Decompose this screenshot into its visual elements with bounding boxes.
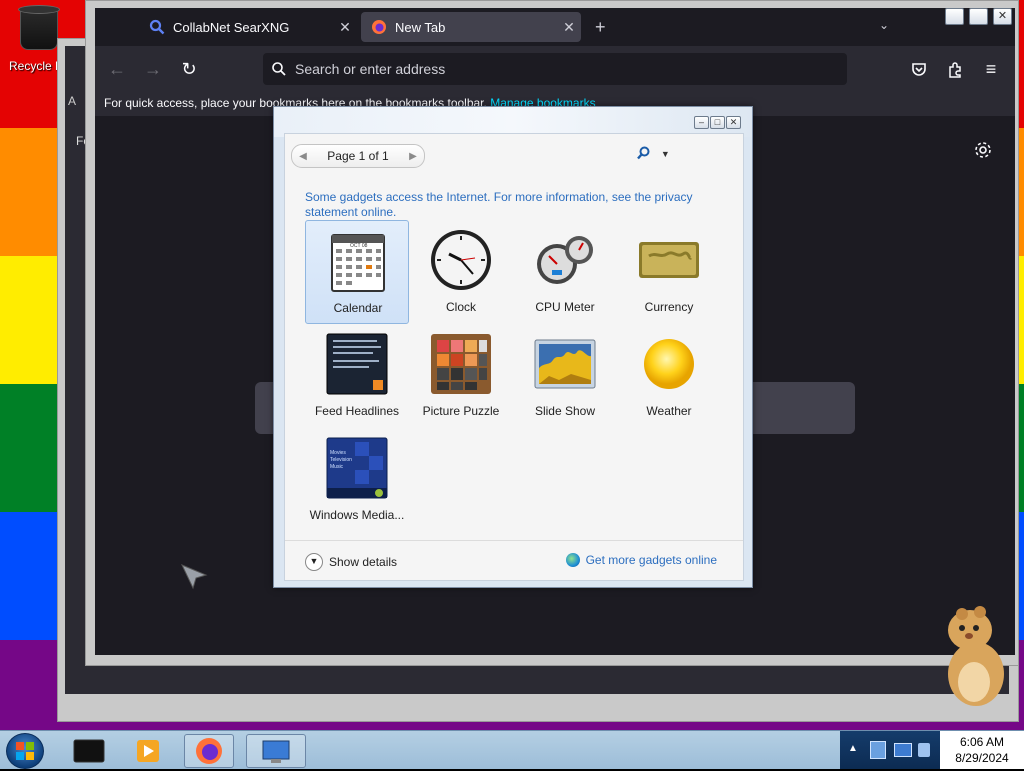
taskbar-clock[interactable]: 6:06 AM 8/29/2024 <box>940 731 1024 769</box>
gadget-name: Weather <box>646 404 692 418</box>
media-menu-music: Music <box>330 464 344 470</box>
privacy-notice[interactable]: Some gadgets access the Internet. For mo… <box>305 190 725 220</box>
gadget-cpu-meter[interactable]: CPU Meter <box>513 220 615 322</box>
start-button[interactable] <box>6 733 44 769</box>
tab-collabnet-searxng[interactable]: CollabNet SearXNG ✕ <box>139 12 357 42</box>
media-menu: Movies Television Music <box>330 450 352 471</box>
close-tab-icon[interactable]: ✕ <box>557 19 581 36</box>
get-more-gadgets-label: Get more gadgets online <box>585 553 717 567</box>
windows-media-icon: Movies Television Music <box>325 436 389 500</box>
gallery-body: ◀ Page 1 of 1 ▶ ▼ Some gadgets access th… <box>284 133 744 581</box>
gadget-feed-headlines[interactable]: Feed Headlines <box>305 324 407 426</box>
next-page-icon[interactable]: ▶ <box>402 151 424 162</box>
taskbar-control-panel-button[interactable] <box>246 734 306 768</box>
gadget-clock[interactable]: Clock <box>409 220 511 322</box>
calendar-icon: OCT 08 <box>326 229 390 293</box>
back-arrow-icon[interactable]: ← <box>105 58 129 82</box>
firefox-tab-bar: CollabNet SearXNG ✕ New Tab ✕ + ⌄ ✕ <box>95 8 1015 46</box>
gadget-name: Windows Media... <box>309 508 405 522</box>
get-more-gadgets-link[interactable]: Get more gadgets online <box>565 553 717 567</box>
search-icon <box>272 62 286 76</box>
media-player-icon <box>137 740 159 762</box>
minimize-icon[interactable]: – <box>694 116 709 129</box>
recycle-bin[interactable]: Recycle B <box>0 4 64 76</box>
close-icon[interactable]: ✕ <box>993 8 1012 25</box>
page-indicator: Page 1 of 1 <box>327 149 389 163</box>
show-details-label: Show details <box>329 555 398 569</box>
tab-title: CollabNet SearXNG <box>173 19 290 35</box>
tray-display-icon[interactable] <box>894 743 912 757</box>
media-menu-television: Television <box>330 457 352 463</box>
windows-logo-icon <box>16 742 34 760</box>
gadget-weather[interactable]: Weather <box>617 324 719 426</box>
background-window-peek-label-a: A <box>68 94 77 108</box>
search-icon <box>149 19 165 35</box>
new-tab-button[interactable]: + <box>595 17 606 38</box>
control-panel-icon <box>262 740 290 763</box>
gallery-search-dropdown[interactable]: ▼ <box>637 146 673 164</box>
taskbar-media-player-button[interactable] <box>124 734 172 766</box>
clock-icon <box>429 228 493 292</box>
minimize-icon[interactable] <box>945 8 964 25</box>
tray-network-icon[interactable] <box>870 741 886 759</box>
gadget-windows-media[interactable]: Movies Television Music Windows Media... <box>305 428 407 530</box>
mouse-cursor-icon <box>180 563 208 594</box>
gadget-currency[interactable]: Currency <box>617 220 719 322</box>
taskbar-terminal-button[interactable] <box>66 734 114 766</box>
globe-icon <box>565 553 580 567</box>
slide-show-icon <box>533 332 597 396</box>
gadget-calendar[interactable]: OCT 08 Calendar <box>305 220 409 324</box>
search-icon <box>637 146 650 160</box>
forward-arrow-icon[interactable]: → <box>141 58 165 82</box>
gadget-name: Currency <box>644 300 694 314</box>
media-menu-movies: Movies <box>330 450 346 456</box>
page-navigator: ◀ Page 1 of 1 ▶ <box>291 144 425 168</box>
maximize-icon[interactable]: □ <box>710 116 725 129</box>
gallery-footer: ▼ Show details Get more gadgets online <box>285 540 743 581</box>
firefox-icon <box>196 738 222 764</box>
feed-headlines-icon <box>325 332 389 396</box>
calendar-month-label: OCT 08 <box>350 243 368 249</box>
firefox-icon <box>371 19 387 35</box>
taskbar: ▲ 6:06 AM 8/29/2024 <box>0 730 1024 769</box>
tab-title: New Tab <box>395 19 446 35</box>
tab-new-tab[interactable]: New Tab ✕ <box>361 12 581 42</box>
cpu-meter-icon <box>533 228 597 292</box>
address-bar[interactable]: Search or enter address <box>263 53 847 85</box>
previous-page-icon[interactable]: ◀ <box>292 151 314 162</box>
pocket-icon[interactable] <box>907 58 931 82</box>
tray-expand-icon[interactable]: ▲ <box>848 743 858 754</box>
hamster-mascot-image <box>940 604 1012 708</box>
close-icon[interactable]: ✕ <box>726 116 741 129</box>
window-controls: ✕ <box>945 8 1015 28</box>
weather-sun-icon <box>637 332 701 396</box>
gadget-gallery-window: – □ ✕ ◀ Page 1 of 1 ▶ ▼ Some gadgets acc… <box>273 106 753 588</box>
recycle-bin-icon <box>18 5 60 50</box>
tray-volume-icon[interactable] <box>918 743 930 757</box>
settings-gear-icon[interactable] <box>973 140 993 160</box>
taskbar-firefox-button[interactable] <box>184 734 234 768</box>
chevron-down-icon: ▼ <box>305 553 323 571</box>
clock-date: 8/29/2024 <box>955 751 1009 765</box>
gadget-slide-show[interactable]: Slide Show <box>513 324 615 426</box>
reload-icon[interactable]: ↻ <box>177 58 201 82</box>
currency-icon <box>637 228 701 292</box>
picture-puzzle-icon <box>429 332 493 396</box>
close-tab-icon[interactable]: ✕ <box>333 19 357 36</box>
terminal-icon <box>73 739 105 763</box>
firefox-nav-toolbar: ← → ↻ Search or enter address ≡ <box>95 46 1015 92</box>
chevron-down-icon: ▼ <box>660 149 670 159</box>
menu-hamburger-icon[interactable]: ≡ <box>979 58 1003 82</box>
system-tray: ▲ <box>840 731 940 769</box>
clock-time: 6:06 AM <box>959 735 1005 749</box>
recycle-bin-label: Recycle B <box>9 59 64 73</box>
gallery-header: ◀ Page 1 of 1 ▶ ▼ <box>285 134 743 178</box>
address-bar-placeholder: Search or enter address <box>295 61 446 77</box>
maximize-icon[interactable] <box>969 8 988 25</box>
extensions-icon[interactable] <box>943 58 967 82</box>
tab-list-chevron-icon[interactable]: ⌄ <box>879 18 889 32</box>
gadget-picture-puzzle[interactable]: Picture Puzzle <box>409 324 511 426</box>
show-details-toggle[interactable]: ▼ Show details <box>305 553 397 571</box>
